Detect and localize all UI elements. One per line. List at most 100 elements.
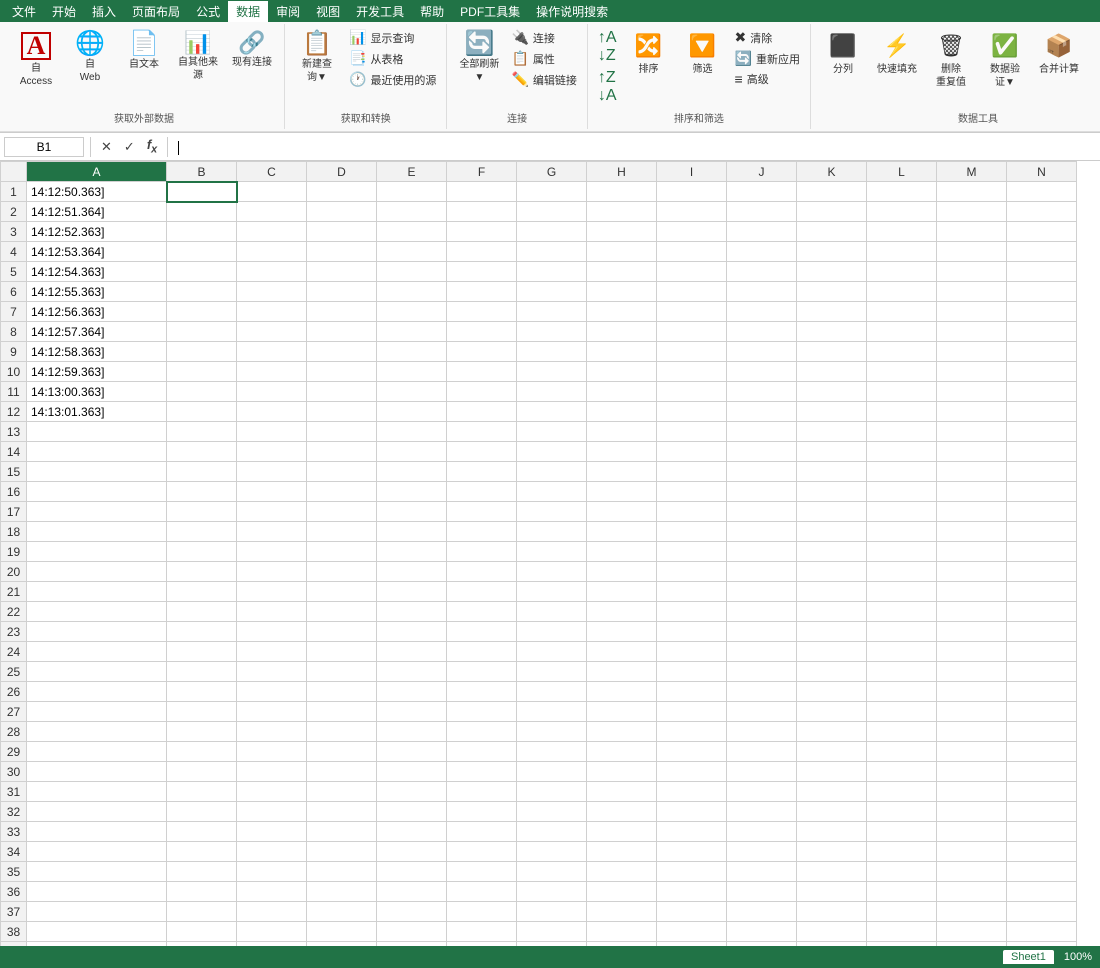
cell-N29[interactable] [1007, 742, 1077, 762]
cell-G19[interactable] [517, 542, 587, 562]
menu-data[interactable]: 数据 [228, 1, 268, 22]
cell-K32[interactable] [797, 802, 867, 822]
cell-L17[interactable] [867, 502, 937, 522]
cell-F33[interactable] [447, 822, 517, 842]
cell-D23[interactable] [307, 622, 377, 642]
btn-from-table[interactable]: 📑 从表格 [345, 49, 440, 68]
cell-I10[interactable] [657, 362, 727, 382]
cell-M31[interactable] [937, 782, 1007, 802]
cell-I34[interactable] [657, 842, 727, 862]
cell-N31[interactable] [1007, 782, 1077, 802]
cell-I28[interactable] [657, 722, 727, 742]
cell-J21[interactable] [727, 582, 797, 602]
menu-formula[interactable]: 公式 [188, 1, 228, 22]
cell-F4[interactable] [447, 242, 517, 262]
cell-J13[interactable] [727, 422, 797, 442]
cell-H23[interactable] [587, 622, 657, 642]
cell-K12[interactable] [797, 402, 867, 422]
cell-G14[interactable] [517, 442, 587, 462]
cell-I12[interactable] [657, 402, 727, 422]
cell-D37[interactable] [307, 902, 377, 922]
cell-K14[interactable] [797, 442, 867, 462]
cell-A9[interactable]: 14:12:58.363] [27, 342, 167, 362]
cell-F32[interactable] [447, 802, 517, 822]
cell-C5[interactable] [237, 262, 307, 282]
cell-A6[interactable]: 14:12:55.363] [27, 282, 167, 302]
cell-B21[interactable] [167, 582, 237, 602]
cell-C24[interactable] [237, 642, 307, 662]
cell-A38[interactable] [27, 922, 167, 942]
cell-I4[interactable] [657, 242, 727, 262]
cell-L16[interactable] [867, 482, 937, 502]
cell-B27[interactable] [167, 702, 237, 722]
cell-H31[interactable] [587, 782, 657, 802]
cell-D3[interactable] [307, 222, 377, 242]
cell-E36[interactable] [377, 882, 447, 902]
cell-N22[interactable] [1007, 602, 1077, 622]
cell-J8[interactable] [727, 322, 797, 342]
cell-G26[interactable] [517, 682, 587, 702]
cell-B9[interactable] [167, 342, 237, 362]
cell-J7[interactable] [727, 302, 797, 322]
cell-M30[interactable] [937, 762, 1007, 782]
cell-B34[interactable] [167, 842, 237, 862]
cell-A19[interactable] [27, 542, 167, 562]
cell-K20[interactable] [797, 562, 867, 582]
cell-D26[interactable] [307, 682, 377, 702]
cell-B17[interactable] [167, 502, 237, 522]
cell-G9[interactable] [517, 342, 587, 362]
cell-I15[interactable] [657, 462, 727, 482]
cell-H10[interactable] [587, 362, 657, 382]
cell-L30[interactable] [867, 762, 937, 782]
cell-K2[interactable] [797, 202, 867, 222]
cell-F29[interactable] [447, 742, 517, 762]
cell-N10[interactable] [1007, 362, 1077, 382]
cell-N16[interactable] [1007, 482, 1077, 502]
cell-J1[interactable] [727, 182, 797, 202]
cell-F24[interactable] [447, 642, 517, 662]
cell-C10[interactable] [237, 362, 307, 382]
cell-B22[interactable] [167, 602, 237, 622]
cell-B36[interactable] [167, 882, 237, 902]
menu-help[interactable]: 帮助 [412, 1, 452, 22]
cell-N34[interactable] [1007, 842, 1077, 862]
cell-H32[interactable] [587, 802, 657, 822]
cell-N27[interactable] [1007, 702, 1077, 722]
cell-K35[interactable] [797, 862, 867, 882]
cell-A12[interactable]: 14:13:01.363] [27, 402, 167, 422]
btn-properties[interactable]: 📋 属性 [507, 49, 580, 68]
cell-N26[interactable] [1007, 682, 1077, 702]
cell-G31[interactable] [517, 782, 587, 802]
cell-H6[interactable] [587, 282, 657, 302]
cell-M12[interactable] [937, 402, 1007, 422]
cell-K3[interactable] [797, 222, 867, 242]
cell-B5[interactable] [167, 262, 237, 282]
cell-E20[interactable] [377, 562, 447, 582]
cell-reference-box[interactable] [4, 137, 84, 157]
cell-A33[interactable] [27, 822, 167, 842]
cell-I31[interactable] [657, 782, 727, 802]
cell-K19[interactable] [797, 542, 867, 562]
cell-A30[interactable] [27, 762, 167, 782]
cell-H36[interactable] [587, 882, 657, 902]
cell-B26[interactable] [167, 682, 237, 702]
cell-I27[interactable] [657, 702, 727, 722]
cell-E30[interactable] [377, 762, 447, 782]
cell-F36[interactable] [447, 882, 517, 902]
cell-C12[interactable] [237, 402, 307, 422]
cell-H21[interactable] [587, 582, 657, 602]
cell-I22[interactable] [657, 602, 727, 622]
cell-M1[interactable] [937, 182, 1007, 202]
cell-L12[interactable] [867, 402, 937, 422]
cell-C31[interactable] [237, 782, 307, 802]
cell-D39[interactable] [307, 942, 377, 947]
cell-D17[interactable] [307, 502, 377, 522]
cell-M14[interactable] [937, 442, 1007, 462]
cell-H19[interactable] [587, 542, 657, 562]
cell-E38[interactable] [377, 922, 447, 942]
cell-L35[interactable] [867, 862, 937, 882]
cell-M35[interactable] [937, 862, 1007, 882]
cell-A32[interactable] [27, 802, 167, 822]
cell-I24[interactable] [657, 642, 727, 662]
cell-A34[interactable] [27, 842, 167, 862]
